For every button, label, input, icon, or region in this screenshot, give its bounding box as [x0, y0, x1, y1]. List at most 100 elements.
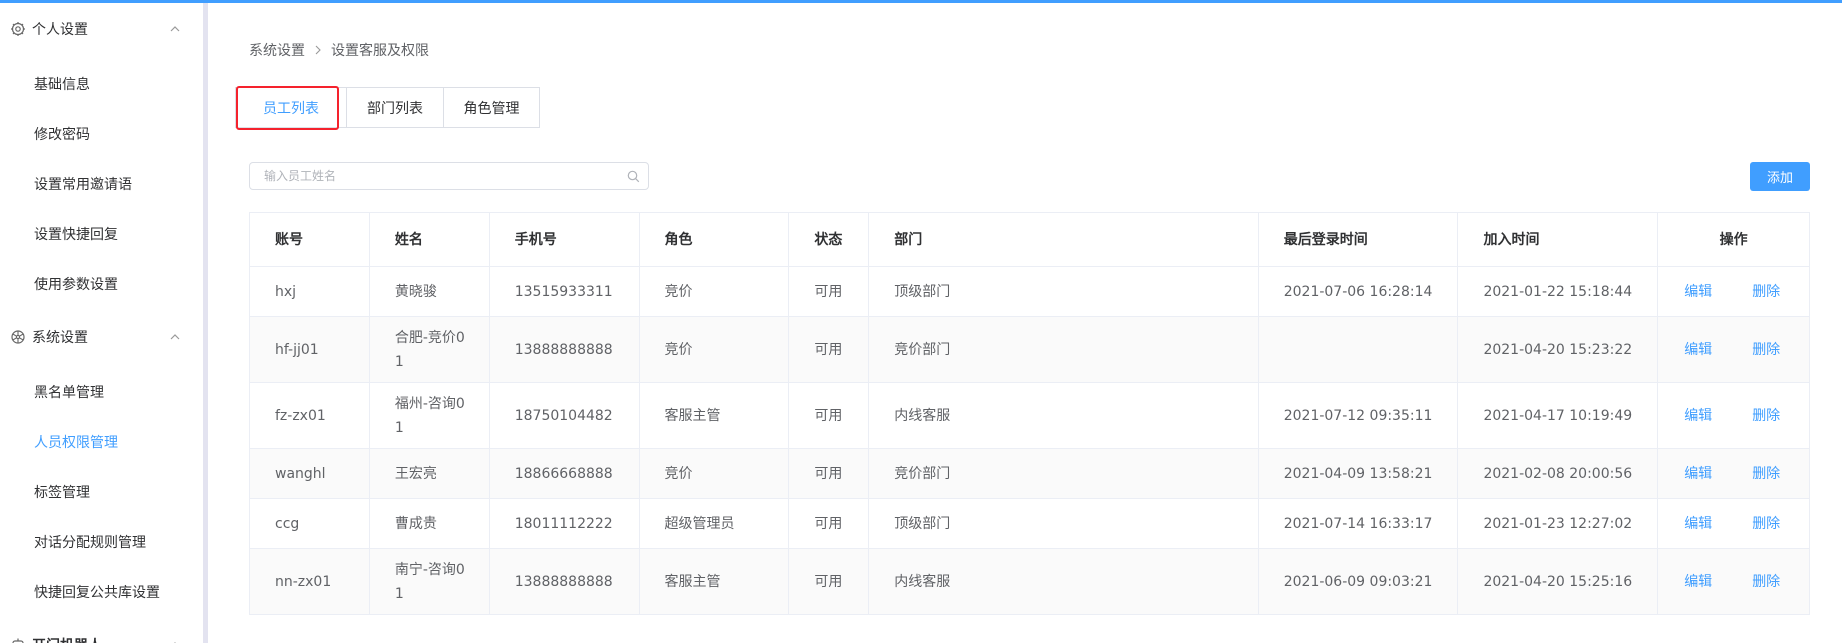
table-row: hf-jj01 合肥-竞价01 13888888888 竞价 可用 竞价部门 2021-04…: [250, 317, 1809, 383]
chevron-up-icon: [170, 26, 180, 32]
chevron-up-icon: [174, 642, 176, 643]
row-actions: 编辑 删除: [1658, 449, 1809, 498]
table-cell: 曹成贵: [370, 499, 490, 548]
table-cell: 13888888888: [490, 317, 640, 382]
sidebar-item-permissions[interactable]: 人员权限管理: [0, 417, 203, 467]
table-cell: 2021-07-14 16:33:17: [1259, 499, 1459, 548]
sidebar-group-system[interactable]: 系统设置: [0, 311, 203, 363]
sidebar-group-label: 开门机器人: [32, 635, 102, 643]
table-cell: 2021-04-20 15:23:22: [1458, 317, 1659, 382]
gear-icon: [11, 22, 25, 36]
sidebar-item-label: 快捷回复公共库设置: [34, 585, 160, 601]
settings-wheel-icon: [11, 330, 25, 344]
edit-link[interactable]: 编辑: [1684, 512, 1712, 536]
table-cell: 竞价: [640, 267, 790, 316]
cell-text: 合肥-竞价01: [394, 329, 465, 370]
table-cell: 2021-01-23 12:27:02: [1458, 499, 1659, 548]
sidebar-item-label: 黑名单管理: [34, 385, 104, 401]
sidebar-item-tags[interactable]: 标签管理: [0, 467, 203, 517]
column-header: 角色: [640, 213, 790, 266]
table-cell: 13515933311: [490, 267, 640, 316]
table-cell: 2021-07-06 16:28:14: [1259, 267, 1459, 316]
table-cell: 超级管理员: [640, 499, 790, 548]
sidebar-item-public-reply-lib[interactable]: 快捷回复公共库设置: [0, 567, 203, 617]
sidebar-item-blacklist[interactable]: 黑名单管理: [0, 367, 203, 417]
table-cell: fz-zx01: [250, 383, 370, 448]
sidebar-group-personal[interactable]: 个人设置: [0, 3, 203, 55]
sidebar-item-basic-info[interactable]: 基础信息: [0, 59, 203, 109]
delete-link[interactable]: 删除: [1752, 404, 1780, 428]
table-cell: 南宁-咨询01: [370, 549, 490, 614]
table-cell: 2021-02-08 20:00:56: [1458, 449, 1659, 498]
table-cell: 可用: [789, 549, 870, 614]
column-header: 手机号: [490, 213, 640, 266]
table-cell: nn-zx01: [250, 549, 370, 614]
sidebar-item-dialog-rules[interactable]: 对话分配规则管理: [0, 517, 203, 567]
table-cell: 黄晓骏: [370, 267, 490, 316]
table-cell: 内线客服: [869, 549, 1259, 614]
edit-link[interactable]: 编辑: [1684, 462, 1712, 486]
table-cell: [1259, 317, 1459, 382]
table-row: wanghl 王宏亮 18866668888 竞价 可用 竞价部门 2021-04-09 1…: [250, 449, 1809, 499]
edit-link[interactable]: 编辑: [1684, 570, 1712, 594]
delete-link[interactable]: 删除: [1752, 462, 1780, 486]
column-header: 账号: [250, 213, 370, 266]
table-row: hxj 黄晓骏 13515933311 竞价 可用 顶级部门 2021-07-06 16:2…: [250, 267, 1809, 317]
sidebar-item-label: 使用参数设置: [34, 277, 118, 293]
table-cell: 2021-07-12 09:35:11: [1259, 383, 1459, 448]
delete-link[interactable]: 删除: [1752, 280, 1780, 304]
sidebar-item-label: 基础信息: [34, 77, 90, 93]
table-cell: 可用: [789, 499, 870, 548]
column-header: 加入时间: [1458, 213, 1659, 266]
table-cell: 合肥-竞价01: [370, 317, 490, 382]
delete-link[interactable]: 删除: [1752, 338, 1780, 362]
row-actions: 编辑 删除: [1658, 267, 1809, 316]
employee-table: 账号 姓名 手机号 角色 状态 部门 最后登录时间 加入时间 操作 hxj 黄晓骏…: [249, 212, 1810, 615]
table-cell: 18866668888: [490, 449, 640, 498]
table-cell: 2021-04-09 13:58:21: [1259, 449, 1459, 498]
table-cell: 竞价部门: [869, 449, 1259, 498]
add-button[interactable]: 添加: [1750, 162, 1810, 191]
edit-link[interactable]: 编辑: [1684, 404, 1712, 428]
delete-link[interactable]: 删除: [1752, 512, 1780, 536]
employee-search-input[interactable]: [264, 167, 624, 185]
sidebar-item-quick-reply[interactable]: 设置快捷回复: [0, 209, 203, 259]
tab-employee-list[interactable]: 员工列表: [235, 87, 346, 128]
sidebar-item-usage-params[interactable]: 使用参数设置: [0, 259, 203, 309]
table-cell: 王宏亮: [370, 449, 490, 498]
table-cell: 福州-咨询01: [370, 383, 490, 448]
table-cell: 可用: [789, 267, 870, 316]
sidebar-group-robot[interactable]: 开门机器人: [0, 619, 203, 643]
tab-role-management[interactable]: 角色管理: [443, 87, 540, 128]
sidebar-item-label: 对话分配规则管理: [34, 535, 146, 551]
breadcrumb-root[interactable]: 系统设置: [249, 40, 305, 60]
tab-department-list[interactable]: 部门列表: [346, 87, 443, 128]
table-cell: 18011112222: [490, 499, 640, 548]
search-icon[interactable]: [627, 170, 640, 183]
chevron-right-icon: [315, 45, 321, 55]
cell-text: 福州-咨询01: [394, 395, 465, 436]
row-actions: 编辑 删除: [1658, 499, 1809, 548]
table-cell: 可用: [789, 383, 870, 448]
sidebar-item-invite-phrase[interactable]: 设置常用邀请语: [0, 159, 203, 209]
search-box: [249, 162, 649, 190]
sidebar-item-label: 设置常用邀请语: [34, 177, 132, 193]
sidebar-item-change-password[interactable]: 修改密码: [0, 109, 203, 159]
chevron-up-icon: [170, 334, 180, 340]
table-cell: 18750104482: [490, 383, 640, 448]
table-cell: 客服主管: [640, 383, 790, 448]
table-header-row: 账号 姓名 手机号 角色 状态 部门 最后登录时间 加入时间 操作: [250, 213, 1809, 267]
table-cell: 竞价部门: [869, 317, 1259, 382]
table-cell: hxj: [250, 267, 370, 316]
column-header: 最后登录时间: [1259, 213, 1459, 266]
table-cell: 2021-04-17 10:19:49: [1458, 383, 1659, 448]
column-header: 操作: [1719, 231, 1748, 248]
sidebar-item-label: 人员权限管理: [34, 435, 118, 451]
delete-link[interactable]: 删除: [1752, 570, 1780, 594]
column-header: 状态: [789, 213, 870, 266]
breadcrumb: 系统设置 设置客服及权限: [249, 40, 429, 60]
top-accent-bar: [0, 0, 1842, 3]
edit-link[interactable]: 编辑: [1684, 280, 1712, 304]
edit-link[interactable]: 编辑: [1684, 338, 1712, 362]
table-row: nn-zx01 南宁-咨询01 13888888888 客服主管 可用 内线客服 2021-…: [250, 549, 1809, 615]
